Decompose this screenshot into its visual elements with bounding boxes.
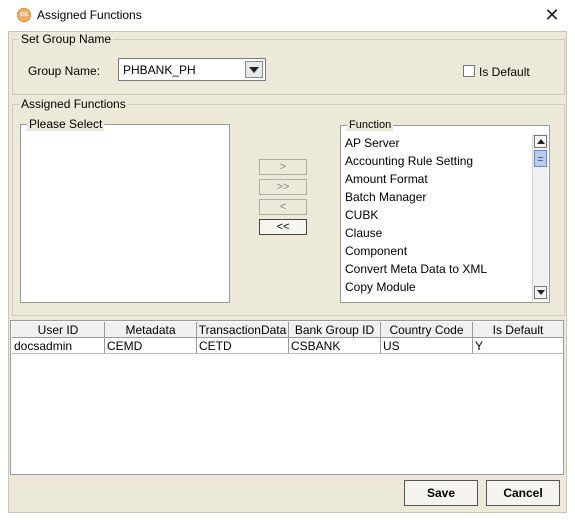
cs-logo-icon: cs [17, 8, 31, 22]
column-header-country-code[interactable]: Country Code [381, 322, 473, 338]
list-item[interactable]: Clause [345, 224, 382, 242]
list-item[interactable]: Amount Format [345, 170, 428, 188]
close-button[interactable]: ✕ [540, 4, 564, 26]
list-item[interactable]: Convert Meta Data to XML [345, 260, 487, 278]
list-item[interactable]: Copy Module [345, 278, 416, 296]
set-group-name-legend: Set Group Name [21, 32, 112, 46]
column-header-transaction-data[interactable]: TransactionData [197, 322, 289, 338]
column-header-is-default[interactable]: Is Default [473, 322, 563, 338]
list-item[interactable]: Component [345, 242, 407, 260]
title-bar: cs Assigned Functions ✕ [0, 0, 575, 31]
cancel-button[interactable]: Cancel [486, 480, 560, 506]
save-button[interactable]: Save [404, 480, 478, 506]
is-default-label: Is Default [479, 65, 530, 79]
please-select-list[interactable]: Please Select [20, 117, 230, 303]
group-name-label: Group Name: [28, 64, 101, 78]
function-items: AP Server Accounting Rule Setting Amount… [341, 134, 531, 300]
table-cell-transaction-data[interactable]: CETD [197, 338, 289, 354]
add-button[interactable]: > [259, 159, 307, 175]
add-all-button[interactable]: >> [259, 179, 307, 195]
function-list-scrollbar[interactable] [532, 134, 548, 301]
scroll-down-icon[interactable] [534, 286, 547, 299]
table-cell-bank-group-id[interactable]: CSBANK [289, 338, 381, 354]
please-select-legend: Please Select [27, 117, 105, 131]
column-header-user-id[interactable]: User ID [12, 322, 105, 338]
function-legend: Function [347, 119, 394, 131]
group-name-select[interactable]: PHBANK_PH [118, 58, 266, 81]
column-header-metadata[interactable]: Metadata [105, 322, 197, 338]
list-item[interactable]: AP Server [345, 134, 399, 152]
list-item[interactable]: Batch Manager [345, 188, 426, 206]
group-name-value: PHBANK_PH [123, 63, 196, 77]
assigned-functions-legend: Assigned Functions [21, 97, 126, 111]
table-cell-user-id[interactable]: docsadmin [12, 338, 105, 354]
column-header-bank-group-id[interactable]: Bank Group ID [289, 322, 381, 338]
list-item[interactable]: Accounting Rule Setting [345, 152, 473, 170]
table-cell-country-code[interactable]: US [381, 338, 473, 354]
remove-button[interactable]: < [259, 199, 307, 215]
list-item[interactable]: CUBK [345, 206, 378, 224]
table-cell-metadata[interactable]: CEMD [105, 338, 197, 354]
assigned-functions-dialog: cs Assigned Functions ✕ Set Group Name G… [0, 0, 575, 520]
chevron-down-icon[interactable] [245, 61, 263, 78]
scroll-up-icon[interactable] [534, 135, 547, 148]
table-cell-is-default[interactable]: Y [473, 338, 563, 354]
remove-all-button[interactable]: << [259, 219, 307, 235]
window-title: Assigned Functions [37, 8, 142, 22]
scroll-thumb[interactable] [534, 150, 547, 167]
is-default-checkbox[interactable] [463, 65, 475, 77]
users-table: User ID Metadata TransactionData Bank Gr… [10, 320, 564, 475]
